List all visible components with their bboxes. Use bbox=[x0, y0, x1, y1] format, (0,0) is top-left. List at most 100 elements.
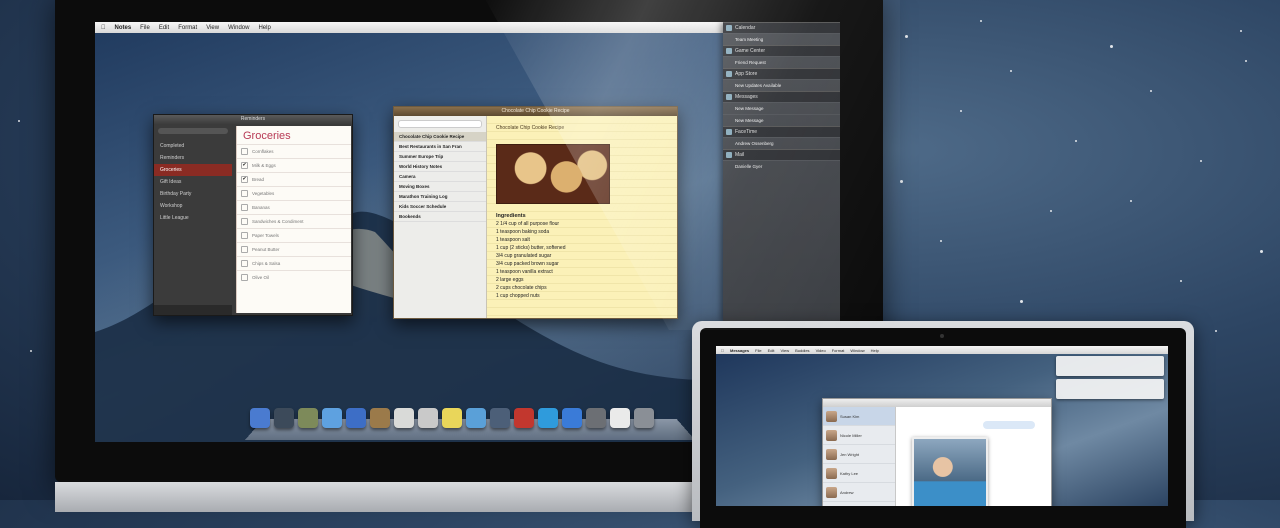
reminder-checkbox[interactable] bbox=[241, 274, 248, 281]
buddy-row[interactable]: Jen Wright bbox=[823, 445, 895, 464]
buddy-row[interactable]: Susan Kim bbox=[823, 407, 895, 426]
reminders-list-item[interactable]: Reminders bbox=[154, 152, 232, 164]
reminder-row[interactable]: Bananas bbox=[237, 200, 351, 214]
notification-item[interactable]: Team Meeting bbox=[723, 33, 840, 45]
reminder-checkbox[interactable]: ✔ bbox=[241, 176, 248, 183]
menu-file[interactable]: File bbox=[755, 348, 761, 353]
reminders-titlebar[interactable]: Reminders bbox=[154, 115, 352, 124]
reminder-row[interactable]: Vegetables bbox=[237, 186, 351, 200]
notification-item[interactable]: New Message bbox=[723, 114, 840, 126]
apple-icon[interactable]:  bbox=[101, 25, 106, 31]
notification-item[interactable]: New Message bbox=[723, 102, 840, 114]
notification-item[interactable]: Andrew Ossenberg bbox=[723, 137, 840, 149]
reminder-checkbox[interactable]: ✔ bbox=[241, 162, 248, 169]
apple-icon[interactable]:  bbox=[721, 348, 724, 353]
notes-titlebar[interactable]: Chocolate Chip Cookie Recipe bbox=[394, 107, 677, 116]
menu-help[interactable]: Help bbox=[258, 25, 270, 31]
menu-edit[interactable]: Edit bbox=[159, 25, 169, 31]
dock-app-icon[interactable] bbox=[442, 408, 462, 428]
menu-app-name[interactable]: Messages bbox=[730, 348, 749, 353]
note-list-item[interactable]: Summer Europe Trip bbox=[394, 152, 486, 162]
buddy-row[interactable]: Kathy Lee bbox=[823, 464, 895, 483]
notification-section-header[interactable]: FaceTime bbox=[723, 126, 840, 137]
dock-app-icon[interactable] bbox=[370, 408, 390, 428]
notification-section-header[interactable]: Calendar bbox=[723, 22, 840, 33]
reminders-list-item[interactable]: Birthday Party bbox=[154, 188, 232, 200]
dock-app-icon[interactable] bbox=[274, 408, 294, 428]
note-list-item[interactable]: Chocolate Chip Cookie Recipe bbox=[394, 132, 486, 142]
reminder-row[interactable]: Sandwiches & Condiment bbox=[237, 214, 351, 228]
dock-app-icon[interactable] bbox=[610, 408, 630, 428]
note-editor[interactable]: Chocolate Chip Cookie Recipe Ingredients… bbox=[487, 116, 677, 318]
dock-app-icon[interactable] bbox=[394, 408, 414, 428]
reminders-list-item[interactable]: Little League bbox=[154, 212, 232, 224]
dock-app-icon[interactable] bbox=[562, 408, 582, 428]
note-list-item[interactable]: Best Restaurants in San Fran bbox=[394, 142, 486, 152]
reminder-checkbox[interactable] bbox=[241, 204, 248, 211]
dock-app-icon[interactable] bbox=[418, 408, 438, 428]
notification-section-header[interactable]: Game Center bbox=[723, 45, 840, 56]
dock-app-icon[interactable] bbox=[346, 408, 366, 428]
reminder-row[interactable]: ✔ Milk & Eggs bbox=[237, 158, 351, 172]
reminder-checkbox[interactable] bbox=[241, 218, 248, 225]
reminders-list-item[interactable]: Workshop bbox=[154, 200, 232, 212]
dock-app-icon[interactable] bbox=[514, 408, 534, 428]
reminder-row[interactable]: Chips & Salsa bbox=[237, 256, 351, 270]
messages-titlebar[interactable] bbox=[823, 399, 1051, 407]
notification-banner[interactable] bbox=[1056, 356, 1164, 376]
reminder-checkbox[interactable] bbox=[241, 232, 248, 239]
dock-app-icon[interactable] bbox=[322, 408, 342, 428]
reminder-checkbox[interactable] bbox=[241, 148, 248, 155]
reminder-row[interactable]: Olive Oil bbox=[237, 270, 351, 284]
dock-app-icon[interactable] bbox=[250, 408, 270, 428]
notification-section-header[interactable]: Messages bbox=[723, 91, 840, 102]
reminders-search-input[interactable] bbox=[158, 128, 228, 134]
reminder-checkbox[interactable] bbox=[241, 190, 248, 197]
reminders-list-item[interactable]: Gift Ideas bbox=[154, 176, 232, 188]
dock-app-icon[interactable] bbox=[634, 408, 654, 428]
notification-item[interactable]: New Updates Available bbox=[723, 79, 840, 91]
menu-file[interactable]: File bbox=[140, 25, 150, 31]
note-list-item[interactable]: Bookends bbox=[394, 212, 486, 222]
video-call-preview[interactable] bbox=[912, 437, 988, 506]
reminders-list-item[interactable]: Completed bbox=[154, 140, 232, 152]
note-list-item[interactable]: World History Notes bbox=[394, 162, 486, 172]
dock-app-icon[interactable] bbox=[538, 408, 558, 428]
menu-format[interactable]: Format bbox=[178, 25, 197, 31]
buddy-row[interactable]: Nicole Miller bbox=[823, 426, 895, 445]
menu-app-name[interactable]: Notes bbox=[115, 25, 132, 31]
buddy-row[interactable]: Andrew bbox=[823, 483, 895, 502]
note-list-item[interactable]: Camera bbox=[394, 172, 486, 182]
note-list-item[interactable]: Moving Boxes bbox=[394, 182, 486, 192]
menu-video[interactable]: Video bbox=[816, 348, 826, 353]
menu-buddies[interactable]: Buddies bbox=[795, 348, 809, 353]
menu-view[interactable]: View bbox=[780, 348, 789, 353]
notification-banner[interactable] bbox=[1056, 379, 1164, 399]
reminder-row[interactable]: Cornflakes bbox=[237, 144, 351, 158]
reminder-checkbox[interactable] bbox=[241, 246, 248, 253]
menu-window[interactable]: Window bbox=[228, 25, 249, 31]
dock-app-icon[interactable] bbox=[298, 408, 318, 428]
note-list-item[interactable]: Marathon Training Log bbox=[394, 192, 486, 202]
star bbox=[1215, 330, 1217, 332]
menu-window[interactable]: Window bbox=[850, 348, 864, 353]
menu-format[interactable]: Format bbox=[832, 348, 845, 353]
menu-view[interactable]: View bbox=[206, 25, 219, 31]
notes-search-input[interactable] bbox=[398, 120, 482, 128]
notification-item[interactable]: Danielle Gyer bbox=[723, 160, 840, 172]
notification-section-header[interactable]: App Store bbox=[723, 68, 840, 79]
reminder-row[interactable]: ✔ Bread bbox=[237, 172, 351, 186]
reminder-row[interactable]: Peanut Butter bbox=[237, 242, 351, 256]
reminder-row[interactable]: Paper Towels bbox=[237, 228, 351, 242]
reminder-checkbox[interactable] bbox=[241, 260, 248, 267]
notification-section-header[interactable]: Mail bbox=[723, 149, 840, 160]
note-list-item[interactable]: Kids Soccer Schedule bbox=[394, 202, 486, 212]
reminders-list-item[interactable]: Groceries bbox=[154, 164, 232, 176]
dock-app-icon[interactable] bbox=[466, 408, 486, 428]
menu-edit[interactable]: Edit bbox=[768, 348, 775, 353]
dock-app-icon[interactable] bbox=[586, 408, 606, 428]
avatar bbox=[826, 486, 837, 498]
menu-help[interactable]: Help bbox=[871, 348, 879, 353]
notification-item[interactable]: Friend Request bbox=[723, 56, 840, 68]
dock-app-icon[interactable] bbox=[490, 408, 510, 428]
